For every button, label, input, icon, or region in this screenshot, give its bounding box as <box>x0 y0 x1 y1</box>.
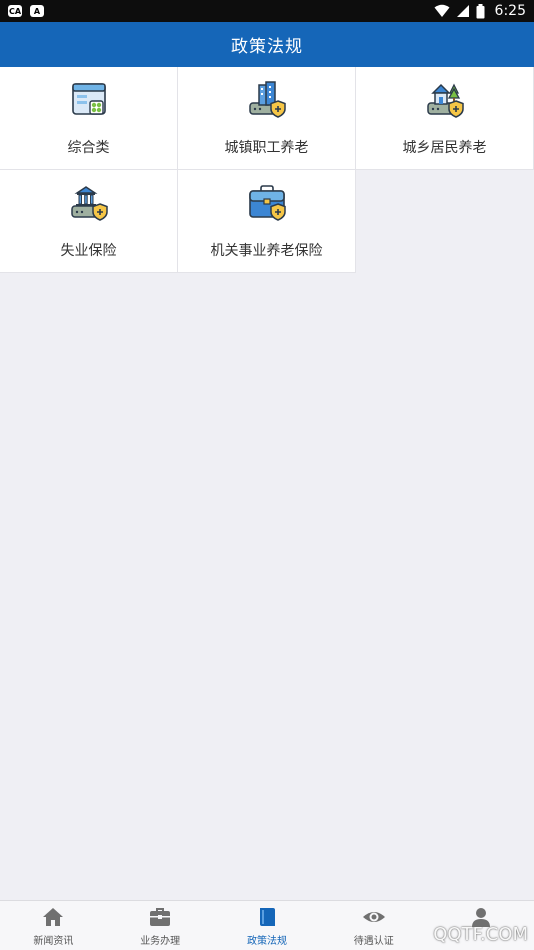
grid-item-label: 失业保险 <box>60 243 117 259</box>
status-bar: CA A 6:25 <box>0 0 534 22</box>
grid-item-rural-resident-pension[interactable]: 城乡居民养老 <box>356 67 534 170</box>
bank-shield-icon <box>70 186 108 221</box>
grid-item-label: 城乡居民养老 <box>402 140 487 156</box>
home-icon <box>43 908 64 926</box>
wifi-icon <box>434 4 450 17</box>
briefcase-shield-icon <box>248 185 286 221</box>
battery-icon <box>476 3 485 18</box>
grid-item-institution-pension[interactable]: 机关事业养老保险 <box>178 170 356 273</box>
signal-icon <box>456 5 469 17</box>
grid-item-general[interactable]: 综合类 <box>0 67 178 170</box>
status-badge-a: A <box>30 5 44 17</box>
page-title: 政策法规 <box>231 37 303 57</box>
grid-item-label: 城镇职工养老 <box>224 140 309 156</box>
tab-policy[interactable]: 政策法规 <box>214 901 321 950</box>
status-badge-ca: CA <box>8 5 22 17</box>
briefcase-icon <box>150 908 171 926</box>
book-icon <box>259 908 275 926</box>
city-building-shield-icon <box>248 81 286 118</box>
status-left: CA A <box>8 5 44 17</box>
app-header: 政策法规 <box>0 22 534 67</box>
grid-item-urban-employee-pension[interactable]: 城镇职工养老 <box>178 67 356 170</box>
grid-item-label: 机关事业养老保险 <box>210 243 323 259</box>
grid-item-unemployment-insurance[interactable]: 失业保险 <box>0 170 178 273</box>
status-time: 6:25 <box>494 3 526 19</box>
document-icon <box>71 83 106 115</box>
tab-business-label: 业务办理 <box>140 936 181 947</box>
status-right: 6:25 <box>434 3 526 19</box>
tab-news-label: 新闻资讯 <box>33 936 74 947</box>
tab-news[interactable]: 新闻资讯 <box>0 901 107 950</box>
tab-verification[interactable]: 待遇认证 <box>320 901 427 950</box>
grid-item-label: 综合类 <box>67 140 110 156</box>
watermark: QQTF.COM <box>433 924 528 945</box>
tab-business[interactable]: 业务办理 <box>107 901 214 950</box>
eye-icon <box>362 912 385 922</box>
house-shield-icon <box>426 83 464 118</box>
tab-verification-label: 待遇认证 <box>353 936 394 947</box>
tab-policy-label: 政策法规 <box>246 936 287 947</box>
